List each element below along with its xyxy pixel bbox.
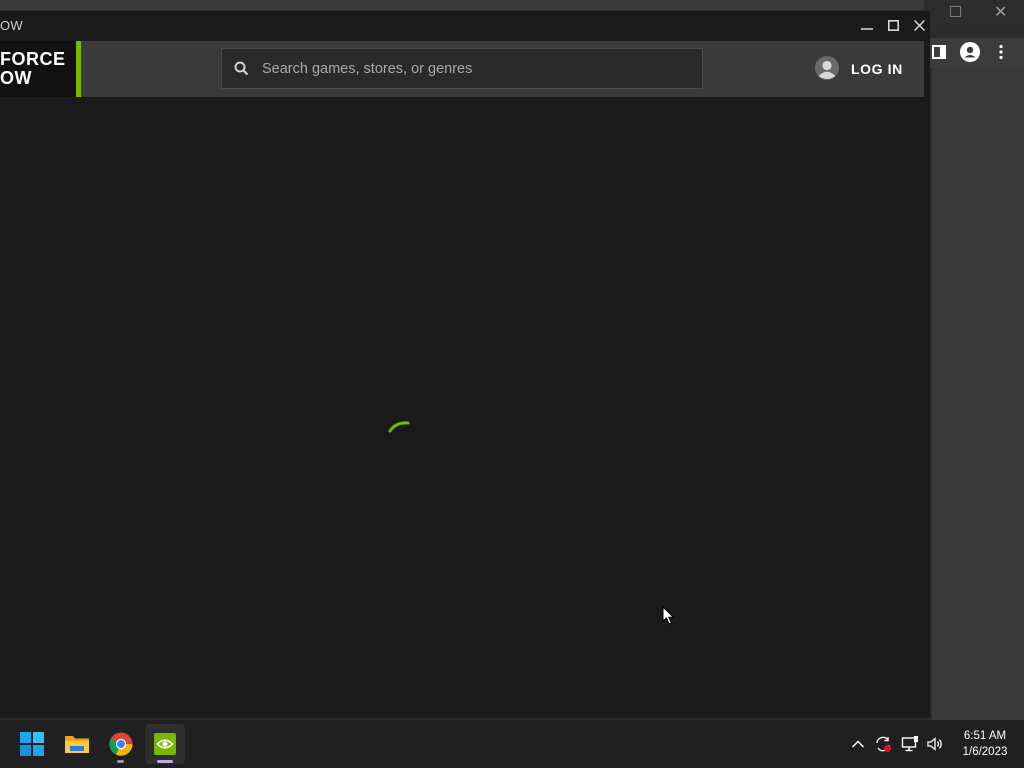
search-box[interactable] [221, 48, 703, 89]
windows-logo-icon [20, 732, 44, 756]
chevron-up-icon[interactable] [851, 738, 865, 750]
logo-line-1: FORCE [0, 49, 66, 69]
maximize-icon [887, 20, 899, 31]
sync-icon[interactable] [874, 735, 892, 753]
taskbar-geforce-now[interactable] [145, 724, 185, 764]
chrome-icon [109, 732, 133, 756]
window-title: OW [0, 18, 23, 33]
minimize-button[interactable] [857, 16, 877, 36]
chrome-running-indicator [117, 760, 124, 763]
minimize-icon [861, 28, 873, 30]
background-browser-toolbar [924, 38, 1024, 68]
start-button[interactable] [12, 724, 52, 764]
geforce-now-logo[interactable]: FORCE OW [0, 41, 77, 97]
profile-icon[interactable] [960, 42, 980, 62]
background-browser-titlebar: ✕ [924, 0, 1024, 30]
taskbar-file-explorer[interactable] [57, 724, 97, 764]
search-input[interactable] [262, 49, 682, 88]
search-icon [234, 61, 249, 76]
taskbar-chrome[interactable] [101, 724, 141, 764]
close-icon [913, 19, 925, 32]
side-panel-icon[interactable] [932, 45, 946, 59]
clock-time[interactable]: 6:51 AM [952, 730, 1018, 742]
gfn-titlebar[interactable] [0, 11, 930, 41]
close-button[interactable] [909, 16, 929, 36]
gfn-app-window [0, 11, 930, 718]
gfn-active-indicator [157, 760, 173, 763]
logo-accent-bar [76, 41, 81, 97]
user-avatar-icon[interactable] [815, 56, 839, 80]
more-options-icon[interactable] [998, 44, 1004, 60]
restore-icon[interactable] [950, 6, 961, 17]
spinner-icon [388, 421, 410, 433]
folder-icon [65, 736, 89, 753]
background-browser-content [932, 68, 1024, 720]
volume-icon[interactable] [926, 735, 944, 753]
close-icon[interactable]: ✕ [994, 2, 1007, 22]
nvidia-icon [154, 733, 176, 755]
logo-line-2: OW [0, 68, 32, 88]
maximize-button[interactable] [883, 16, 903, 36]
mouse-cursor-icon [662, 606, 675, 625]
login-button[interactable]: LOG IN [851, 61, 903, 77]
background-window-edge [0, 0, 1024, 10]
network-icon[interactable] [901, 735, 919, 753]
clock-date[interactable]: 1/6/2023 [952, 746, 1018, 758]
